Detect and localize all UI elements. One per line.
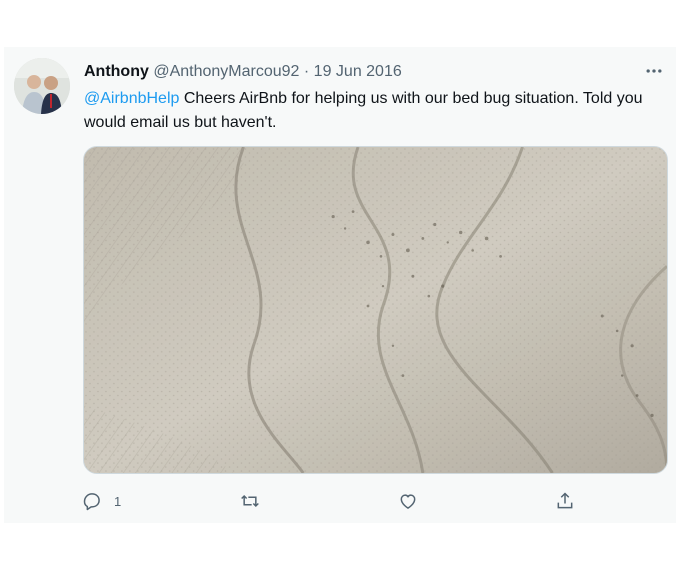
like-button[interactable] [398, 487, 418, 515]
user-handle[interactable]: @AnthonyMarcou92 [153, 63, 299, 80]
reply-count: 1 [114, 493, 122, 509]
tweet-actions: 1 [4, 487, 676, 515]
tweet-text: @AirbnbHelp Cheers AirBnb for helping us… [84, 87, 664, 135]
more-options-button[interactable] [642, 59, 666, 83]
retweet-icon [241, 494, 259, 508]
tweet-header: Anthony @AnthonyMarcou92 · 19 Jun 2016 [84, 61, 402, 83]
more-horizontal-icon [646, 69, 662, 73]
avatar-image [14, 58, 70, 114]
display-name[interactable]: Anthony [84, 63, 149, 80]
share-button[interactable] [555, 487, 575, 515]
mention-link[interactable]: @AirbnbHelp [84, 90, 179, 107]
tweet-card[interactable]: Anthony @AnthonyMarcou92 · 19 Jun 2016 @… [4, 47, 676, 523]
tweet-date[interactable]: 19 Jun 2016 [314, 63, 402, 80]
reply-button[interactable]: 1 [82, 487, 121, 515]
heart-icon [400, 494, 416, 509]
share-icon [557, 492, 573, 509]
reply-icon [83, 493, 100, 511]
mattress-photo [84, 147, 667, 473]
tweet-photo[interactable] [83, 146, 668, 474]
separator-dot: · [303, 63, 310, 80]
retweet-button[interactable] [240, 487, 260, 515]
avatar[interactable] [14, 58, 70, 114]
